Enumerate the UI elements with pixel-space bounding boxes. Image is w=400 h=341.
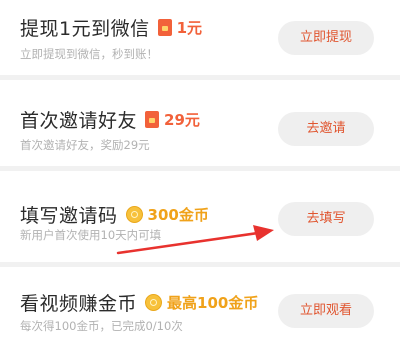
task-list-page: 提现1元到微信 1元 立即提现到微信，秒到账！ 立即提现 首次邀请好友 29元 …: [0, 0, 400, 341]
annotation-arrow-icon: [116, 225, 274, 255]
